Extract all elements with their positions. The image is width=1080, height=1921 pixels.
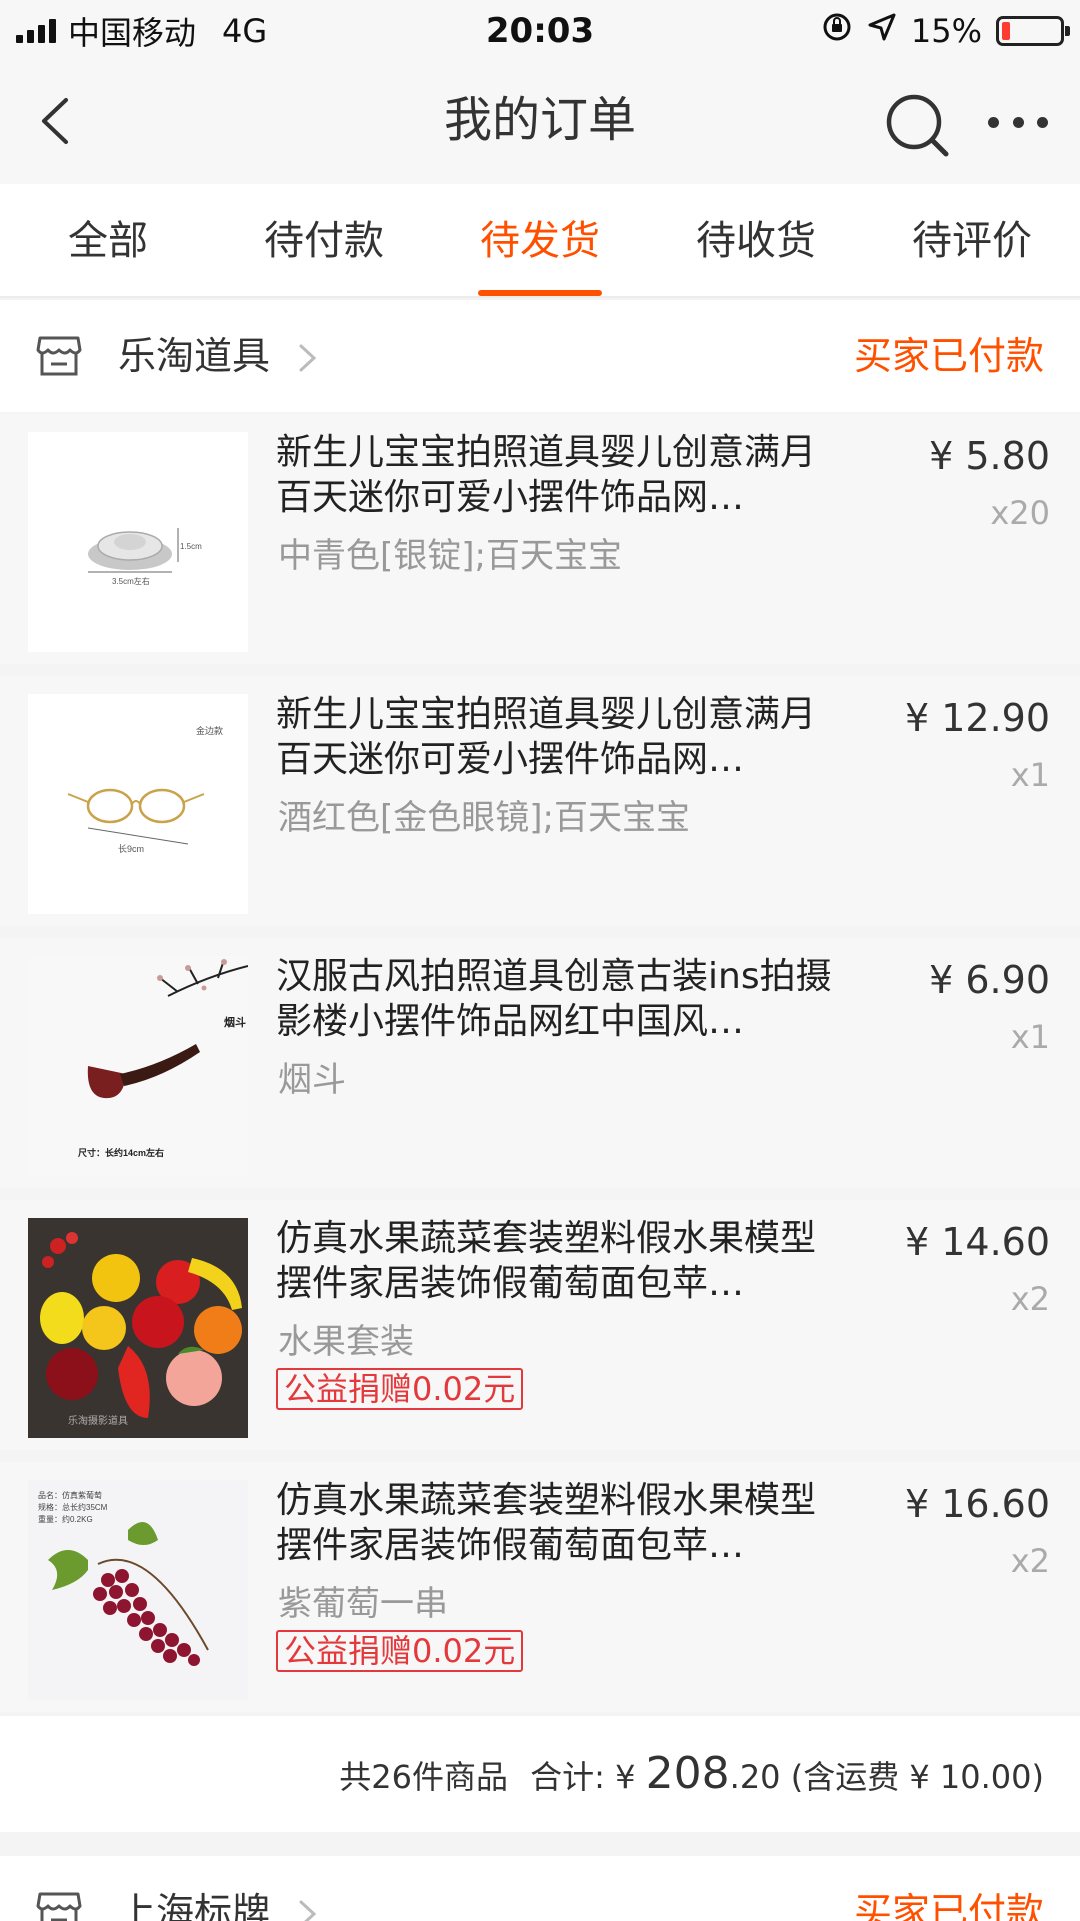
product-image[interactable]: 乐淘摄影道具 bbox=[28, 1218, 248, 1438]
total-integer: 208 bbox=[645, 1748, 730, 1799]
shop-header[interactable]: 上海标牌 买家已付款 bbox=[0, 1856, 1080, 1921]
order-item[interactable]: 1.5cm 3.5cm左右 新生儿宝宝拍照道具婴儿创意满月百天迷你可爱小摆件饰品… bbox=[0, 414, 1080, 664]
order-status: 买家已付款 bbox=[853, 334, 1044, 378]
tab-pending-review[interactable]: 待评价 bbox=[864, 184, 1080, 296]
total-decimal: .20 bbox=[729, 1758, 781, 1796]
charity-badge: 公益捐赠0.02元 bbox=[276, 1630, 524, 1672]
product-quantity: x20 bbox=[990, 494, 1050, 532]
product-spec: 紫葡萄一串 bbox=[278, 1584, 448, 1624]
charity-badge: 公益捐赠0.02元 bbox=[276, 1368, 524, 1410]
product-spec: 酒红色[金色眼镜];百天宝宝 bbox=[278, 798, 690, 838]
product-spec: 烟斗 bbox=[278, 1060, 346, 1100]
shop-header[interactable]: 乐淘道具 买家已付款 bbox=[0, 300, 1080, 412]
order-tabs: 全部 待付款 待发货 待收货 待评价 bbox=[0, 184, 1080, 298]
product-price: ¥ 14.60 bbox=[904, 1220, 1050, 1264]
product-title[interactable]: 仿真水果蔬菜套装塑料假水果模型摆件家居装饰假葡萄面包苹… bbox=[276, 1216, 836, 1306]
total-label: 合计: ¥ bbox=[530, 1758, 646, 1796]
navigation-bar: 我的订单 bbox=[0, 62, 1080, 184]
status-right: 15% bbox=[821, 0, 1070, 62]
shop-name[interactable]: 乐淘道具 bbox=[118, 300, 270, 412]
product-title[interactable]: 新生儿宝宝拍照道具婴儿创意满月百天迷你可爱小摆件饰品网… bbox=[276, 430, 836, 520]
product-title[interactable]: 仿真水果蔬菜套装塑料假水果模型摆件家居装饰假葡萄面包苹… bbox=[276, 1478, 836, 1568]
product-price: ¥ 5.80 bbox=[929, 434, 1050, 478]
product-quantity: x2 bbox=[1010, 1280, 1050, 1318]
order-item[interactable]: 金边款 长9cm 新生儿宝宝拍照道具婴儿创意满月百天迷你可爱小摆件饰品网… 酒红… bbox=[0, 676, 1080, 926]
order-item[interactable]: 乐淘摄影道具 仿真水果蔬菜套装塑料假水果模型摆件家居装饰假葡萄面包苹… 水果套装… bbox=[0, 1200, 1080, 1450]
thumb-label: 品名：仿真紫葡萄 bbox=[38, 1490, 102, 1500]
order-summary: 共26件商品 合计: ¥ 208.20 (含运费 ¥ 10.00) bbox=[0, 1716, 1080, 1832]
product-image[interactable]: 1.5cm 3.5cm左右 bbox=[28, 432, 248, 652]
product-price: ¥ 16.60 bbox=[904, 1482, 1050, 1526]
thumb-label: 规格：总长约35CM bbox=[38, 1502, 108, 1512]
thumb-label: 烟斗 bbox=[224, 1015, 246, 1029]
product-quantity: x1 bbox=[1010, 756, 1050, 794]
location-arrow-icon bbox=[867, 12, 897, 50]
battery-icon bbox=[996, 16, 1070, 46]
search-icon[interactable] bbox=[882, 90, 952, 160]
thumb-label: 尺寸：长约14cm左右 bbox=[78, 1147, 164, 1158]
status-bar: 中国移动 4G 20:03 15% bbox=[0, 0, 1080, 62]
more-dots-icon[interactable] bbox=[988, 102, 1048, 142]
shipping-note: (含运费 ¥ 10.00) bbox=[780, 1758, 1044, 1796]
shop-icon bbox=[36, 334, 82, 378]
product-price: ¥ 12.90 bbox=[904, 696, 1050, 740]
watermark-label: 乐淘摄影道具 bbox=[68, 1414, 128, 1427]
order-item[interactable]: 品名：仿真紫葡萄 规格：总长约35CM 重量：约0.2KG 仿真水果蔬菜套装塑料… bbox=[0, 1462, 1080, 1712]
tab-pending-shipment[interactable]: 待发货 bbox=[432, 184, 648, 296]
thumb-label: 1.5cm bbox=[180, 542, 202, 551]
product-quantity: x1 bbox=[1010, 1018, 1050, 1056]
thumb-label: 重量：约0.2KG bbox=[38, 1514, 93, 1524]
tab-all[interactable]: 全部 bbox=[0, 184, 216, 296]
shop-name[interactable]: 上海标牌 bbox=[118, 1856, 270, 1921]
chevron-right-icon[interactable] bbox=[296, 1856, 320, 1921]
rotation-lock-icon bbox=[821, 11, 853, 51]
product-price: ¥ 6.90 bbox=[929, 958, 1050, 1002]
battery-percent: 15% bbox=[910, 12, 982, 50]
product-spec: 中青色[银锭];百天宝宝 bbox=[278, 536, 622, 576]
battery-level bbox=[1002, 22, 1011, 40]
product-quantity: x2 bbox=[1010, 1542, 1050, 1580]
shop-icon bbox=[36, 1890, 82, 1921]
item-count: 共26件商品 bbox=[339, 1758, 508, 1796]
product-title[interactable]: 汉服古风拍照道具创意古装ins拍摄影楼小摆件饰品网红中国风… bbox=[276, 954, 836, 1044]
product-title[interactable]: 新生儿宝宝拍照道具婴儿创意满月百天迷你可爱小摆件饰品网… bbox=[276, 692, 836, 782]
chevron-right-icon[interactable] bbox=[296, 300, 320, 412]
thumb-label: 金边款 bbox=[196, 725, 223, 736]
tab-pending-payment[interactable]: 待付款 bbox=[216, 184, 432, 296]
product-image[interactable]: 金边款 长9cm bbox=[28, 694, 248, 914]
thumb-label: 3.5cm左右 bbox=[112, 576, 150, 586]
order-item[interactable]: 烟斗 尺寸：长约14cm左右 汉服古风拍照道具创意古装ins拍摄影楼小摆件饰品网… bbox=[0, 938, 1080, 1188]
thumb-label: 长9cm bbox=[118, 843, 144, 854]
product-spec: 水果套装 bbox=[278, 1322, 414, 1362]
product-image[interactable]: 品名：仿真紫葡萄 规格：总长约35CM 重量：约0.2KG bbox=[28, 1480, 248, 1700]
tab-pending-receipt[interactable]: 待收货 bbox=[648, 184, 864, 296]
product-image[interactable]: 烟斗 尺寸：长约14cm左右 bbox=[28, 956, 248, 1176]
order-status: 买家已付款 bbox=[853, 1890, 1044, 1921]
